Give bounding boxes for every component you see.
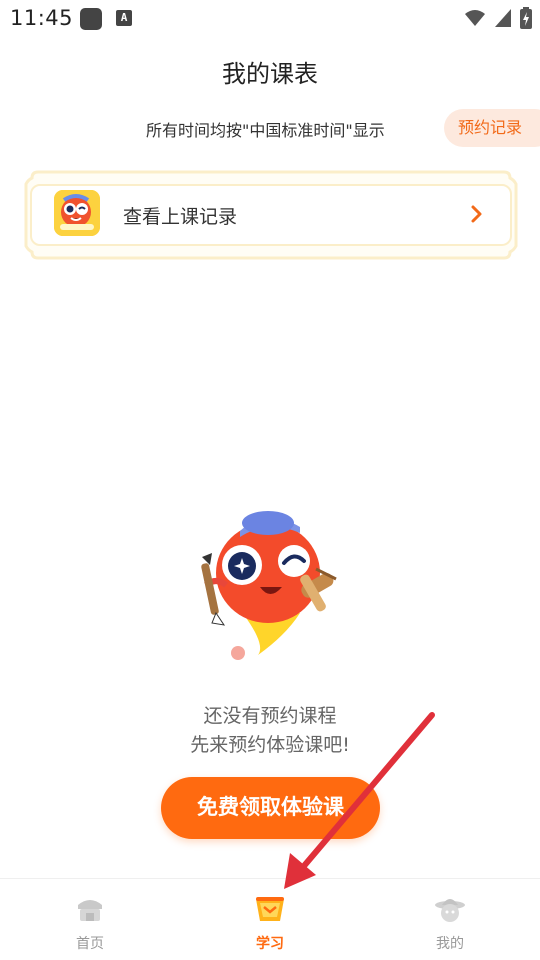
app-square-icon (80, 8, 102, 30)
view-class-records-card[interactable] (30, 184, 512, 246)
mascot-icon (201, 511, 337, 660)
nav-label-profile: 我的 (436, 936, 464, 952)
profile-icon (435, 899, 465, 922)
bottom-nav: 首页 学习 我的 (0, 878, 540, 960)
timezone-note: 所有时间均按"中国标准时间"显示 (146, 121, 385, 140)
nav-label-home: 首页 (76, 936, 104, 952)
wifi-icon (465, 10, 485, 26)
nav-label-study: 学习 (256, 936, 284, 952)
system-icons (464, 7, 532, 29)
record-card-label: 查看上课记录 (123, 206, 238, 228)
claim-free-trial-button[interactable]: 免费领取体验课 (161, 777, 380, 839)
chevron-right-icon (471, 205, 482, 223)
empty-state-subtitle: 先来预约体验课吧! (190, 734, 350, 756)
booking-record-button[interactable]: 预约记录 (444, 109, 540, 147)
battery-icon (520, 7, 532, 29)
nav-item-study[interactable]: 学习 (180, 879, 360, 960)
status-time: 11:45 (10, 6, 74, 30)
nav-item-profile[interactable]: 我的 (360, 879, 540, 960)
nav-item-home[interactable]: 首页 (0, 879, 180, 960)
a-text-icon: A (116, 10, 132, 26)
page-title: 我的课表 (222, 60, 318, 88)
study-icon (256, 897, 284, 921)
empty-state-title: 还没有预约课程 (203, 705, 337, 727)
status-bar: 11:45 A (0, 0, 540, 36)
home-icon (78, 900, 102, 921)
mascot-avatar-icon (54, 190, 100, 236)
cell-signal-icon (495, 9, 511, 27)
